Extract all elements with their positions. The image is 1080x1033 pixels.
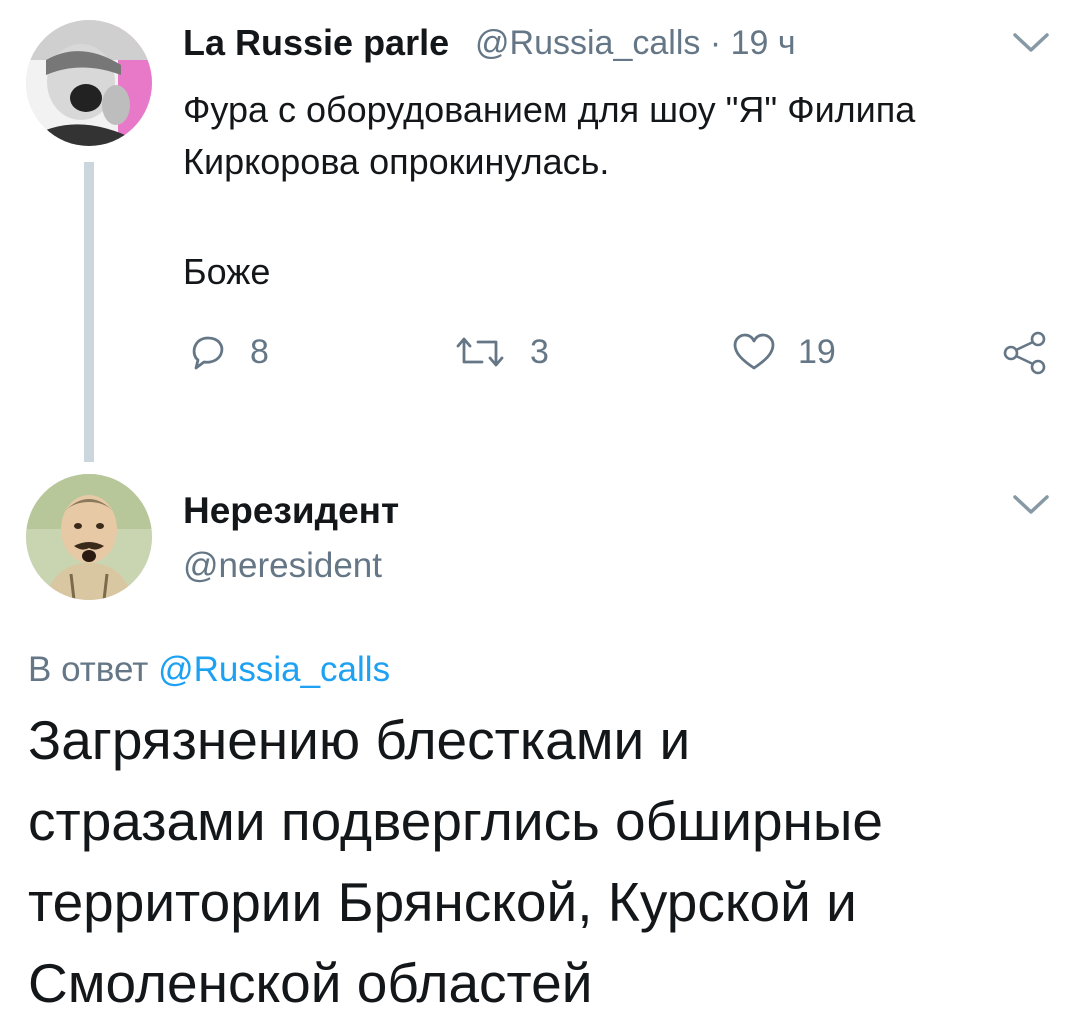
avatar-la-russie-parle[interactable] xyxy=(26,20,152,146)
author-handle-time: @Russia_calls · 19 ч xyxy=(475,24,796,63)
tweet-text-line: Боже xyxy=(183,251,271,292)
thread-line xyxy=(84,162,94,462)
share-icon xyxy=(1003,331,1046,375)
heart-icon xyxy=(733,333,775,370)
tweet-text: Фура с оборудованием для шоу "Я" Филипа … xyxy=(183,84,1043,188)
tweet-text-line: территории Брянской, Курской и xyxy=(28,871,857,933)
like-count: 19 xyxy=(798,332,836,371)
reply-icon xyxy=(192,336,224,370)
tweet-text-line: Фура с оборудованием для шоу "Я" Филипа xyxy=(183,89,916,130)
reply-context: В ответ @Russia_calls xyxy=(28,650,390,690)
reply-button[interactable]: 8 xyxy=(188,332,269,372)
avatar-neresident[interactable] xyxy=(26,474,152,600)
reply-count: 8 xyxy=(250,332,269,371)
author-name[interactable]: La Russie parle xyxy=(183,22,449,64)
like-button[interactable]: 19 xyxy=(732,332,836,372)
retweet-count: 3 xyxy=(530,332,549,371)
reply-prefix: В ответ xyxy=(28,650,149,689)
tweet-text-line: Киркорова опрокинулась. xyxy=(183,141,610,182)
retweet-button[interactable]: 3 xyxy=(452,332,549,372)
tweet-text-line: Загрязнению блестками и xyxy=(28,709,691,771)
author-handle[interactable]: @Russia_calls xyxy=(475,24,700,62)
chevron-down-icon[interactable] xyxy=(1012,492,1050,518)
tweet-text-line: стразами подверглись обширные xyxy=(28,790,884,852)
tweet-text: Загрязнению блестками и стразами подверг… xyxy=(28,700,1068,1024)
tweet-text-line: Смоленской областей xyxy=(28,952,593,1014)
author-name[interactable]: Нерезидент xyxy=(183,490,399,532)
chevron-down-icon[interactable] xyxy=(1012,30,1050,56)
retweet-icon xyxy=(456,337,504,367)
avatar-image xyxy=(26,474,152,600)
avatar-image xyxy=(26,20,152,146)
share-button[interactable] xyxy=(1002,330,1048,376)
author-handle[interactable]: @neresident xyxy=(183,546,382,586)
tweet-time[interactable]: 19 ч xyxy=(731,24,796,62)
reply-target-link[interactable]: @Russia_calls xyxy=(158,650,390,689)
separator: · xyxy=(709,24,722,62)
